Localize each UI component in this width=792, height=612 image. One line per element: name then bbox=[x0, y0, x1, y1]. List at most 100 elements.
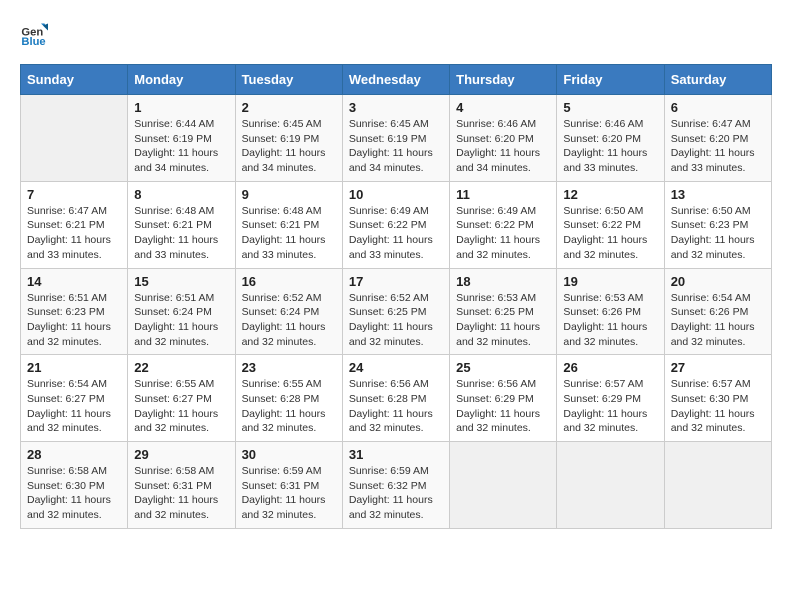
header-tuesday: Tuesday bbox=[235, 65, 342, 95]
day-number: 27 bbox=[671, 360, 765, 375]
calendar-cell: 26 Sunrise: 6:57 AM Sunset: 6:29 PM Dayli… bbox=[557, 355, 664, 442]
day-number: 12 bbox=[563, 187, 657, 202]
day-info: Sunrise: 6:58 AM Sunset: 6:31 PM Dayligh… bbox=[134, 464, 228, 523]
day-number: 17 bbox=[349, 274, 443, 289]
calendar-cell: 8Sunrise: 6:48 AM Sunset: 6:21 PM Daylig… bbox=[128, 181, 235, 268]
calendar-cell: 9 Sunrise: 6:48 AM Sunset: 6:21 PM Daylig… bbox=[235, 181, 342, 268]
day-info: Sunrise: 6:56 AM Sunset: 6:29 PM Dayligh… bbox=[456, 377, 550, 436]
calendar-cell: 22Sunrise: 6:55 AM Sunset: 6:27 PM Dayli… bbox=[128, 355, 235, 442]
day-info: Sunrise: 6:52 AM Sunset: 6:24 PM Dayligh… bbox=[242, 291, 336, 350]
header-saturday: Saturday bbox=[664, 65, 771, 95]
calendar-table: SundayMondayTuesdayWednesdayThursdayFrid… bbox=[20, 64, 772, 529]
calendar-cell: 7 Sunrise: 6:47 AM Sunset: 6:21 PM Daylig… bbox=[21, 181, 128, 268]
calendar-cell: 3 Sunrise: 6:45 AM Sunset: 6:19 PM Daylig… bbox=[342, 95, 449, 182]
calendar-cell: 24 Sunrise: 6:56 AM Sunset: 6:28 PM Dayli… bbox=[342, 355, 449, 442]
day-info: Sunrise: 6:54 AM Sunset: 6:26 PM Dayligh… bbox=[671, 291, 765, 350]
day-number: 20 bbox=[671, 274, 765, 289]
calendar-cell: 25 Sunrise: 6:56 AM Sunset: 6:29 PM Dayli… bbox=[450, 355, 557, 442]
day-number: 25 bbox=[456, 360, 550, 375]
day-info: Sunrise: 6:51 AM Sunset: 6:24 PM Dayligh… bbox=[134, 291, 228, 350]
calendar-cell bbox=[664, 442, 771, 529]
day-info: Sunrise: 6:53 AM Sunset: 6:26 PM Dayligh… bbox=[563, 291, 657, 350]
day-number: 16 bbox=[242, 274, 336, 289]
calendar-cell: 10 Sunrise: 6:49 AM Sunset: 6:22 PM Dayli… bbox=[342, 181, 449, 268]
logo: Gen Blue bbox=[20, 20, 52, 48]
calendar-cell bbox=[557, 442, 664, 529]
calendar-cell: 31Sunrise: 6:59 AM Sunset: 6:32 PM Dayli… bbox=[342, 442, 449, 529]
calendar-cell: 15 Sunrise: 6:51 AM Sunset: 6:24 PM Dayli… bbox=[128, 268, 235, 355]
day-number: 14 bbox=[27, 274, 121, 289]
day-number: 21 bbox=[27, 360, 121, 375]
day-info: Sunrise: 6:45 AM Sunset: 6:19 PM Dayligh… bbox=[349, 117, 443, 176]
day-number: 19 bbox=[563, 274, 657, 289]
day-number: 28 bbox=[27, 447, 121, 462]
day-info: Sunrise: 6:58 AM Sunset: 6:30 PM Dayligh… bbox=[27, 464, 121, 523]
header-wednesday: Wednesday bbox=[342, 65, 449, 95]
header-monday: Monday bbox=[128, 65, 235, 95]
calendar-week-1: 1 Sunrise: 6:44 AM Sunset: 6:19 PM Daylig… bbox=[21, 95, 772, 182]
day-number: 7 bbox=[27, 187, 121, 202]
day-info: Sunrise: 6:49 AM Sunset: 6:22 PM Dayligh… bbox=[349, 204, 443, 263]
calendar-week-5: 28 Sunrise: 6:58 AM Sunset: 6:30 PM Dayli… bbox=[21, 442, 772, 529]
day-number: 30 bbox=[242, 447, 336, 462]
page-header: Gen Blue bbox=[20, 20, 772, 48]
header-sunday: Sunday bbox=[21, 65, 128, 95]
calendar-cell: 19 Sunrise: 6:53 AM Sunset: 6:26 PM Dayli… bbox=[557, 268, 664, 355]
day-info: Sunrise: 6:45 AM Sunset: 6:19 PM Dayligh… bbox=[242, 117, 336, 176]
calendar-week-4: 21 Sunrise: 6:54 AM Sunset: 6:27 PM Dayli… bbox=[21, 355, 772, 442]
day-info: Sunrise: 6:51 AM Sunset: 6:23 PM Dayligh… bbox=[27, 291, 121, 350]
day-info: Sunrise: 6:50 AM Sunset: 6:23 PM Dayligh… bbox=[671, 204, 765, 263]
calendar-cell: 28 Sunrise: 6:58 AM Sunset: 6:30 PM Dayli… bbox=[21, 442, 128, 529]
day-number: 3 bbox=[349, 100, 443, 115]
calendar-cell: 23Sunrise: 6:55 AM Sunset: 6:28 PM Dayli… bbox=[235, 355, 342, 442]
svg-text:Blue: Blue bbox=[21, 36, 45, 48]
day-info: Sunrise: 6:50 AM Sunset: 6:22 PM Dayligh… bbox=[563, 204, 657, 263]
calendar-header-row: SundayMondayTuesdayWednesdayThursdayFrid… bbox=[21, 65, 772, 95]
calendar-cell: 1 Sunrise: 6:44 AM Sunset: 6:19 PM Daylig… bbox=[128, 95, 235, 182]
day-info: Sunrise: 6:46 AM Sunset: 6:20 PM Dayligh… bbox=[563, 117, 657, 176]
day-info: Sunrise: 6:57 AM Sunset: 6:30 PM Dayligh… bbox=[671, 377, 765, 436]
calendar-cell bbox=[21, 95, 128, 182]
calendar-cell: 6Sunrise: 6:47 AM Sunset: 6:20 PM Daylig… bbox=[664, 95, 771, 182]
day-info: Sunrise: 6:54 AM Sunset: 6:27 PM Dayligh… bbox=[27, 377, 121, 436]
calendar-week-3: 14 Sunrise: 6:51 AM Sunset: 6:23 PM Dayli… bbox=[21, 268, 772, 355]
day-info: Sunrise: 6:44 AM Sunset: 6:19 PM Dayligh… bbox=[134, 117, 228, 176]
calendar-cell: 17 Sunrise: 6:52 AM Sunset: 6:25 PM Dayli… bbox=[342, 268, 449, 355]
day-info: Sunrise: 6:56 AM Sunset: 6:28 PM Dayligh… bbox=[349, 377, 443, 436]
day-number: 11 bbox=[456, 187, 550, 202]
day-info: Sunrise: 6:49 AM Sunset: 6:22 PM Dayligh… bbox=[456, 204, 550, 263]
day-number: 2 bbox=[242, 100, 336, 115]
calendar-cell: 20 Sunrise: 6:54 AM Sunset: 6:26 PM Dayli… bbox=[664, 268, 771, 355]
day-info: Sunrise: 6:59 AM Sunset: 6:31 PM Dayligh… bbox=[242, 464, 336, 523]
day-number: 5 bbox=[563, 100, 657, 115]
day-info: Sunrise: 6:53 AM Sunset: 6:25 PM Dayligh… bbox=[456, 291, 550, 350]
calendar-cell: 2 Sunrise: 6:45 AM Sunset: 6:19 PM Daylig… bbox=[235, 95, 342, 182]
day-info: Sunrise: 6:57 AM Sunset: 6:29 PM Dayligh… bbox=[563, 377, 657, 436]
calendar-cell: 5 Sunrise: 6:46 AM Sunset: 6:20 PM Daylig… bbox=[557, 95, 664, 182]
calendar-cell: 12 Sunrise: 6:50 AM Sunset: 6:22 PM Dayli… bbox=[557, 181, 664, 268]
calendar-cell: 29 Sunrise: 6:58 AM Sunset: 6:31 PM Dayli… bbox=[128, 442, 235, 529]
calendar-cell: 30 Sunrise: 6:59 AM Sunset: 6:31 PM Dayli… bbox=[235, 442, 342, 529]
day-number: 9 bbox=[242, 187, 336, 202]
day-number: 18 bbox=[456, 274, 550, 289]
day-number: 15 bbox=[134, 274, 228, 289]
day-number: 10 bbox=[349, 187, 443, 202]
day-info: Sunrise: 6:55 AM Sunset: 6:28 PM Dayligh… bbox=[242, 377, 336, 436]
day-info: Sunrise: 6:46 AM Sunset: 6:20 PM Dayligh… bbox=[456, 117, 550, 176]
calendar-cell: 16 Sunrise: 6:52 AM Sunset: 6:24 PM Dayli… bbox=[235, 268, 342, 355]
day-number: 29 bbox=[134, 447, 228, 462]
day-number: 26 bbox=[563, 360, 657, 375]
day-number: 24 bbox=[349, 360, 443, 375]
day-info: Sunrise: 6:47 AM Sunset: 6:21 PM Dayligh… bbox=[27, 204, 121, 263]
calendar-cell: 18 Sunrise: 6:53 AM Sunset: 6:25 PM Dayli… bbox=[450, 268, 557, 355]
calendar-cell: 13 Sunrise: 6:50 AM Sunset: 6:23 PM Dayli… bbox=[664, 181, 771, 268]
day-number: 22 bbox=[134, 360, 228, 375]
calendar-cell: 4Sunrise: 6:46 AM Sunset: 6:20 PM Daylig… bbox=[450, 95, 557, 182]
day-info: Sunrise: 6:48 AM Sunset: 6:21 PM Dayligh… bbox=[242, 204, 336, 263]
day-info: Sunrise: 6:47 AM Sunset: 6:20 PM Dayligh… bbox=[671, 117, 765, 176]
day-number: 13 bbox=[671, 187, 765, 202]
logo-icon: Gen Blue bbox=[20, 20, 48, 48]
day-info: Sunrise: 6:52 AM Sunset: 6:25 PM Dayligh… bbox=[349, 291, 443, 350]
header-thursday: Thursday bbox=[450, 65, 557, 95]
day-number: 1 bbox=[134, 100, 228, 115]
